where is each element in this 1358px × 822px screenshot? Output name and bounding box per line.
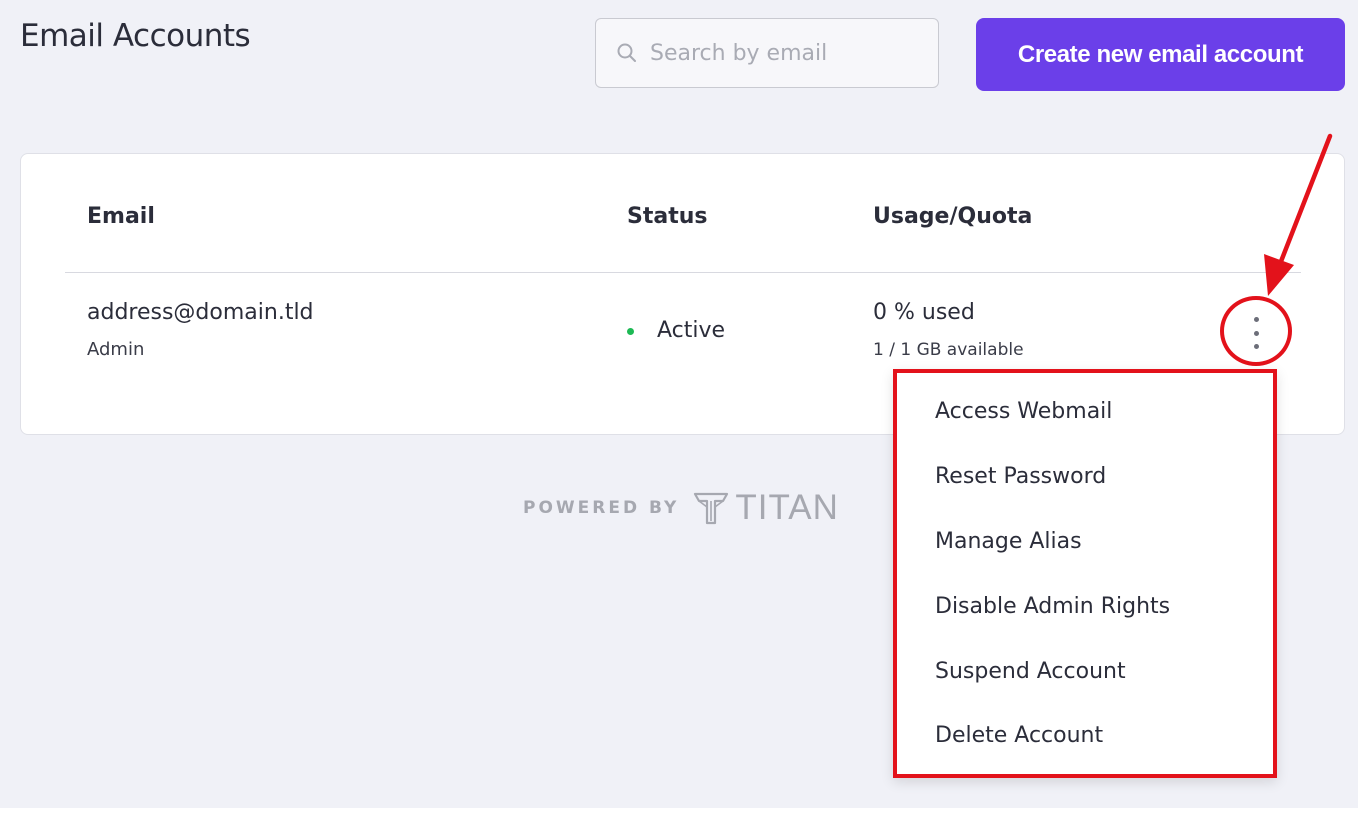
row-actions-menu: Access Webmail Reset Password Manage Ali… xyxy=(893,369,1277,778)
kebab-dot xyxy=(1253,317,1259,322)
status-active-dot-icon xyxy=(627,328,634,335)
row-usage: 0 % used xyxy=(873,300,975,325)
menu-item-delete-account[interactable]: Delete Account xyxy=(935,723,1103,748)
search-input[interactable] xyxy=(650,40,920,66)
menu-item-suspend-account[interactable]: Suspend Account xyxy=(935,659,1126,684)
column-header-status[interactable]: Status xyxy=(627,204,707,229)
powered-by-label: POWERED BY xyxy=(523,498,680,518)
row-role: Admin xyxy=(87,339,145,360)
kebab-dot xyxy=(1253,330,1259,336)
row-actions-more-vertical-icon[interactable] xyxy=(1245,315,1267,351)
titan-brand-text: TITAN xyxy=(735,488,839,527)
search-box[interactable] xyxy=(595,18,939,88)
titan-logo-icon: TITAN xyxy=(693,488,839,528)
menu-item-access-webmail[interactable]: Access Webmail xyxy=(935,399,1112,424)
header-divider xyxy=(65,272,1301,273)
menu-item-manage-alias[interactable]: Manage Alias xyxy=(935,529,1082,554)
menu-item-reset-password[interactable]: Reset Password xyxy=(935,464,1106,489)
column-header-usage-quota[interactable]: Usage/Quota xyxy=(873,204,1032,229)
column-header-email[interactable]: Email xyxy=(87,204,155,229)
menu-item-disable-admin-rights[interactable]: Disable Admin Rights xyxy=(935,594,1170,619)
row-quota: 1 / 1 GB available xyxy=(873,340,1024,360)
row-email: address@domain.tld xyxy=(87,300,314,325)
page-title: Email Accounts xyxy=(20,18,251,54)
powered-by-titan: POWERED BY TITAN xyxy=(523,488,839,528)
create-email-account-button[interactable]: Create new email account xyxy=(976,18,1345,91)
kebab-dot xyxy=(1253,344,1259,349)
search-icon xyxy=(616,42,638,64)
row-status: Active xyxy=(657,318,726,343)
